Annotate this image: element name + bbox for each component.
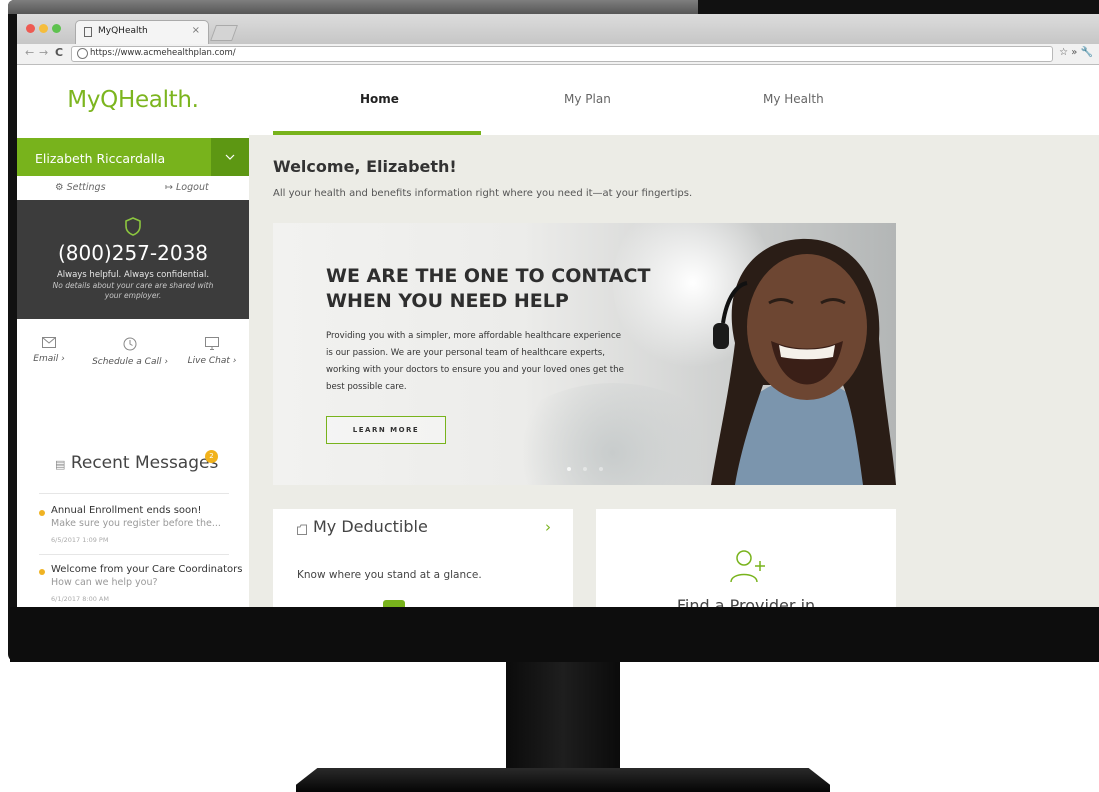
maximize-window-button[interactable] (52, 24, 61, 33)
logo[interactable]: MyQHealth. (17, 87, 249, 113)
find-provider-card[interactable]: Find a Provider in (596, 509, 896, 607)
message-icon: ▤ (55, 458, 66, 471)
unread-dot (39, 510, 45, 516)
active-tab-indicator (273, 131, 481, 135)
monitor-stand-neck (506, 662, 620, 770)
url-input[interactable]: https://www.acmehealthplan.com/ (71, 46, 1053, 62)
card-title: My Deductible (313, 517, 428, 536)
minimize-window-button[interactable] (39, 24, 48, 33)
message-item[interactable]: Welcome from your Care Coordinators How … (39, 564, 242, 604)
message-title: Welcome from your Care Coordinators (51, 564, 243, 575)
hero-body: Providing you with a simpler, more affor… (326, 331, 624, 392)
shield-icon (125, 217, 141, 236)
hero-title: WE ARE THE ONE TO CONTACT WHEN YOU NEED … (326, 265, 651, 312)
monitor-stand-base (296, 768, 830, 792)
url-text: https://www.acmehealthplan.com/ (90, 48, 236, 58)
chevron-right-icon[interactable]: › (545, 518, 551, 536)
deductible-gauge (383, 600, 405, 607)
add-user-icon (730, 550, 765, 583)
phone-panel: (800)257-2038 Always helpful. Always con… (17, 200, 249, 319)
back-arrow-icon[interactable]: ← (25, 46, 34, 59)
browser-tab[interactable]: MyQHealth × (75, 20, 209, 44)
tab-home[interactable]: Home (360, 92, 399, 106)
message-item[interactable]: Annual Enrollment ends soon! Make sure y… (39, 505, 229, 545)
hero-photo (711, 238, 896, 485)
schedule-call-button[interactable]: Schedule a Call › (89, 337, 171, 367)
user-name: Elizabeth Riccardalla (35, 151, 166, 166)
carousel-dot[interactable] (583, 467, 587, 471)
user-actions: ⚙ Settings ↦ Logout (17, 176, 249, 201)
tab-title: MyQHealth (98, 26, 148, 36)
forward-arrow-icon[interactable]: → (39, 46, 48, 59)
phone-tagline: Always helpful. Always confidential. (56, 270, 210, 280)
sidebar: MyQHealth. Elizabeth Riccardalla ⚙ Setti… (17, 65, 249, 607)
logout-link[interactable]: ↦ Logout (165, 182, 209, 193)
message-title: Annual Enrollment ends soon! (51, 505, 202, 516)
monitor-chin (10, 607, 1099, 662)
monitor-icon (205, 337, 219, 350)
main-nav: Home My Plan My Health (249, 65, 1099, 135)
recent-messages-heading[interactable]: ▤ Recent Messages (55, 453, 218, 473)
contact-options: Email › Schedule a Call › Live Chat › (17, 337, 249, 387)
page-subtitle: All your health and benefits information… (273, 188, 693, 199)
divider (39, 493, 229, 494)
document-icon (297, 524, 307, 535)
reload-icon[interactable]: C (55, 46, 63, 59)
bezel-glare (8, 0, 698, 14)
browser-tab-bar: MyQHealth × (17, 14, 1099, 44)
card-text: Know where you stand at a glance. (297, 569, 482, 581)
carousel-dot[interactable] (599, 467, 603, 471)
tab-my-plan[interactable]: My Plan (564, 92, 611, 106)
browser-toolbar-icons[interactable]: ☆ » 🔧 (1059, 47, 1093, 58)
user-menu[interactable]: Elizabeth Riccardalla (17, 138, 249, 176)
carousel-dot[interactable] (567, 467, 571, 471)
clock-icon (123, 337, 137, 351)
globe-icon (77, 48, 88, 59)
tab-my-health[interactable]: My Health (763, 92, 824, 106)
phone-number[interactable]: (800)257-2038 (17, 241, 249, 265)
card-title: Find a Provider in (676, 596, 816, 607)
page-title: Welcome, Elizabeth! (273, 157, 457, 176)
message-count-badge: 2 (205, 450, 218, 463)
close-window-button[interactable] (26, 24, 35, 33)
new-tab-button[interactable] (210, 25, 238, 41)
screen: MyQHealth × ← → C https://www.acmehealth… (17, 14, 1099, 607)
address-bar: ← → C https://www.acmehealthplan.com/ ☆ … (17, 44, 1099, 65)
email-button[interactable]: Email › (19, 337, 79, 364)
chevron-down-icon[interactable] (211, 138, 249, 176)
live-chat-button[interactable]: Live Chat › (179, 337, 245, 366)
unread-dot (39, 569, 45, 575)
logout-icon: ↦ (165, 182, 173, 193)
message-preview: How can we help you? (51, 577, 158, 588)
deductible-card[interactable]: My Deductible › Know where you stand at … (273, 509, 573, 607)
page-icon (84, 27, 92, 37)
settings-link[interactable]: ⚙ Settings (55, 182, 106, 193)
hero-banner: WE ARE THE ONE TO CONTACT WHEN YOU NEED … (273, 223, 896, 485)
divider (39, 554, 229, 555)
message-preview: Make sure you register before the... (51, 518, 221, 529)
learn-more-button[interactable]: LEARN MORE (326, 416, 446, 444)
tab-close-icon[interactable]: × (192, 25, 200, 36)
message-time: 6/5/2017 1:09 PM (51, 536, 109, 544)
message-time: 6/1/2017 8:00 AM (51, 595, 109, 603)
phone-note: No details about your care are shared wi… (52, 281, 214, 300)
gear-icon: ⚙ (55, 182, 64, 193)
envelope-icon (42, 337, 56, 348)
